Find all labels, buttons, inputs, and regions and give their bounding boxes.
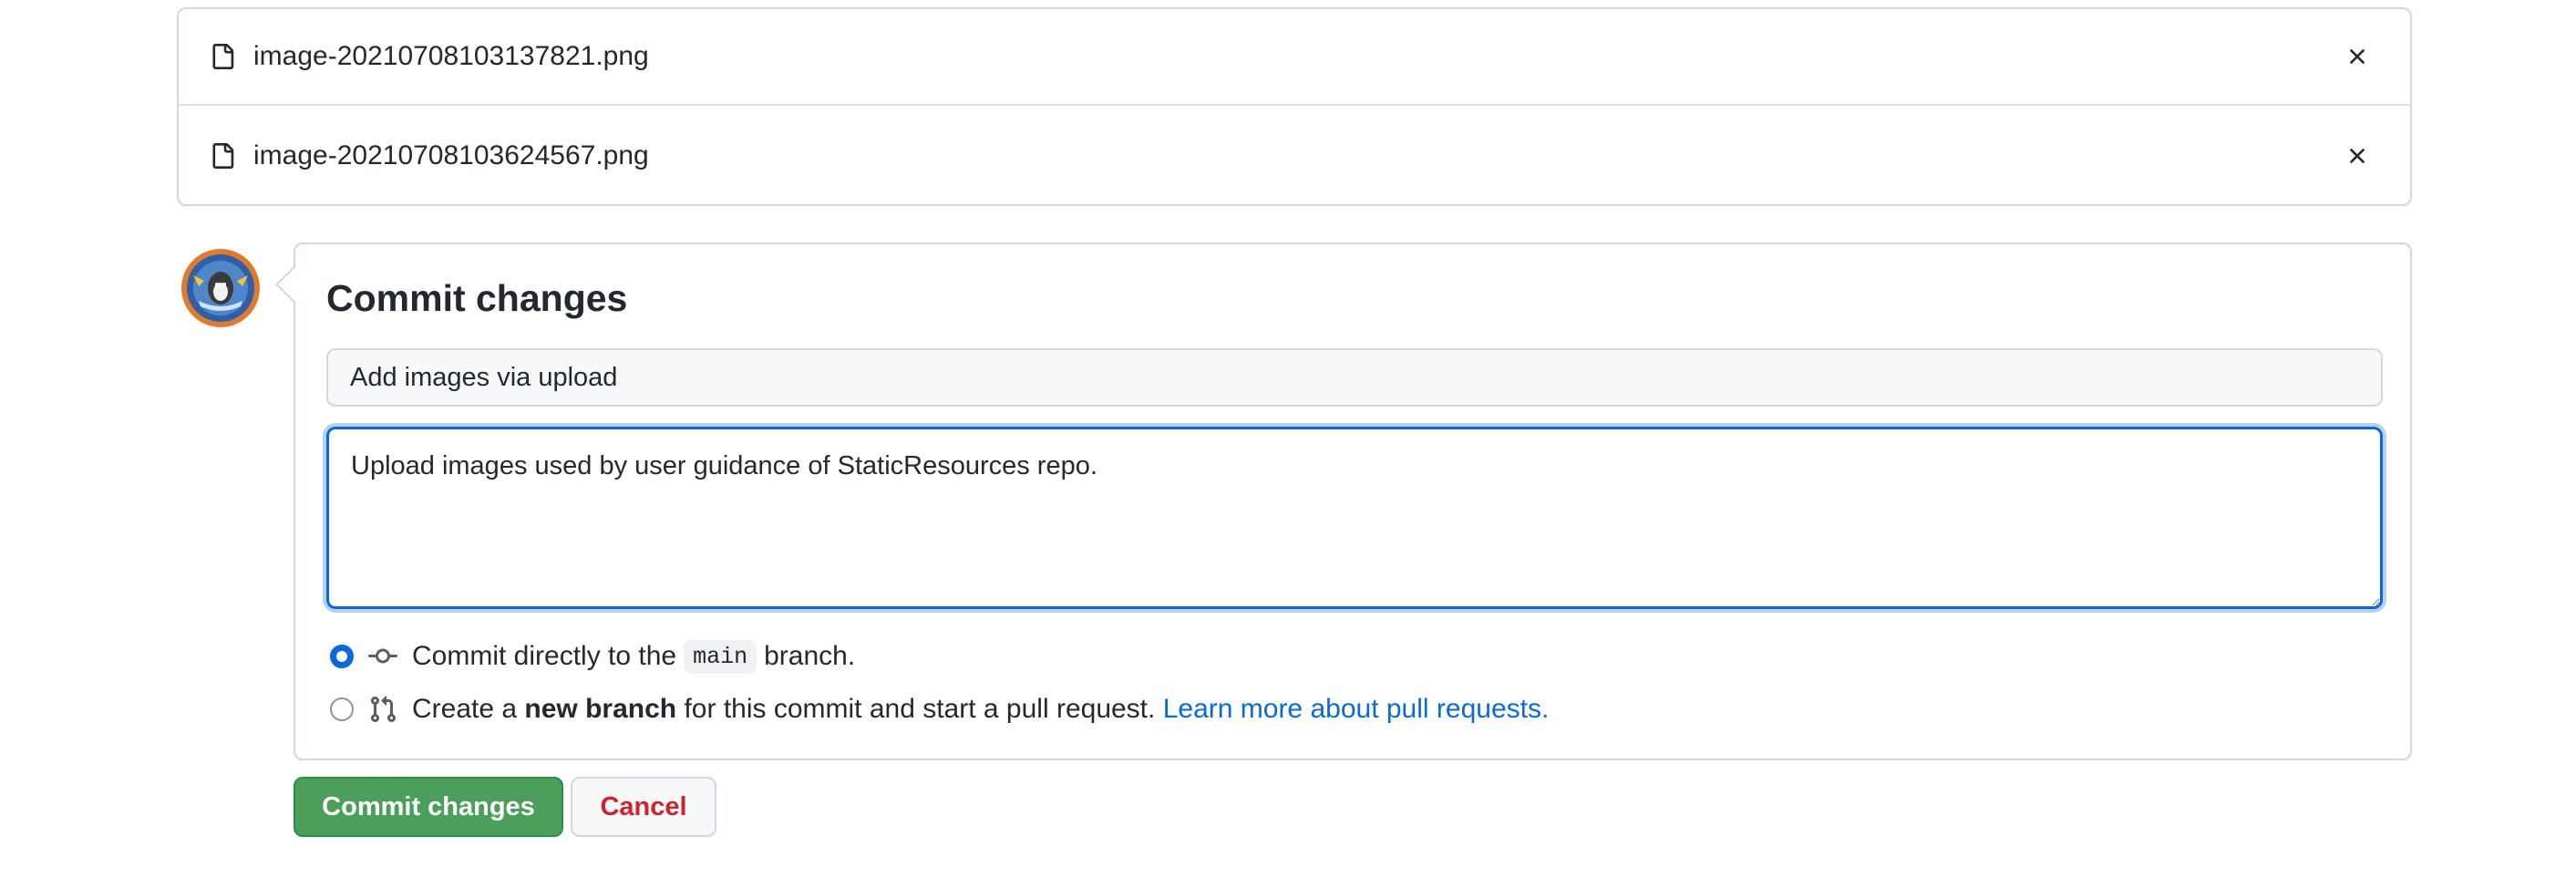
file-row: image-20210708103137821.png (179, 9, 2410, 106)
commit-direct-radio[interactable] (330, 645, 354, 668)
commit-direct-text-after: branch. (764, 641, 856, 671)
file-icon (212, 44, 234, 69)
file-name: image-20210708103137821.png (253, 41, 649, 71)
learn-more-pull-requests-link[interactable]: Learn more about pull requests. (1163, 694, 1550, 725)
new-branch-text-after: for this commit and start a pull request… (684, 694, 1156, 724)
commit-direct-option[interactable]: Commit directly to the main branch. (330, 638, 855, 675)
file-row: image-20210708103624567.png (179, 108, 2410, 204)
commit-changes-button[interactable]: Commit changes (294, 777, 563, 837)
comment-caret (275, 266, 312, 303)
commit-form: Commit changes Upload images used by use… (275, 243, 2412, 760)
cancel-button[interactable]: Cancel (571, 777, 716, 837)
git-pull-request-icon (370, 696, 397, 723)
close-icon[interactable] (2344, 44, 2370, 69)
new-branch-bold: new branch (524, 694, 677, 724)
commit-direct-text: Commit directly to the (412, 641, 677, 671)
commit-summary-input[interactable] (326, 348, 2383, 407)
file-icon (212, 143, 234, 169)
new-branch-text: Create a (412, 694, 518, 724)
new-branch-option[interactable]: Create a new branch for this commit and … (330, 691, 1549, 728)
new-branch-radio[interactable] (330, 697, 354, 721)
commit-title: Commit changes (326, 277, 628, 319)
avatar[interactable] (180, 248, 261, 328)
avatar-image (181, 249, 260, 327)
branch-name: main (684, 639, 757, 674)
close-icon[interactable] (2344, 143, 2370, 169)
file-name: image-20210708103624567.png (253, 140, 649, 170)
commit-description-textarea[interactable]: Upload images used by user guidance of S… (326, 427, 2383, 609)
uploaded-file-list: image-20210708103137821.png image-202107… (177, 7, 2412, 206)
git-commit-icon (368, 648, 397, 664)
